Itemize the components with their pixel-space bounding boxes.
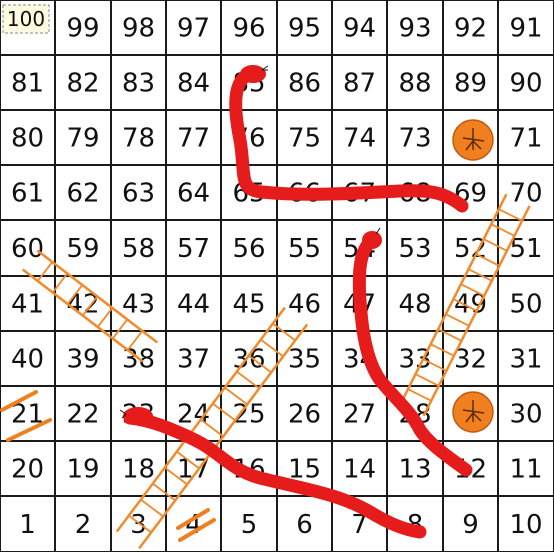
cell-number: 35: [288, 345, 321, 375]
cell-number: 92: [454, 14, 487, 44]
cell-number: 74: [343, 124, 376, 154]
ladder-rung: [111, 318, 129, 340]
cell-number: 77: [177, 124, 210, 154]
cell-number: 1: [19, 510, 36, 540]
cell-number: 18: [122, 455, 155, 485]
cell-number: 88: [398, 69, 431, 99]
cell-number: 62: [66, 179, 99, 209]
cell-number: 46: [288, 290, 321, 320]
cell-number: 56: [232, 234, 265, 264]
snake-head: [123, 407, 153, 425]
cell-number: 55: [288, 234, 321, 264]
cell-number: 83: [122, 69, 155, 99]
cell-number: 39: [66, 345, 99, 375]
cell-number: 11: [509, 455, 542, 485]
ladder-rung: [483, 238, 508, 252]
cell-number: 90: [509, 69, 542, 99]
cell-number: 57: [177, 234, 210, 264]
cell-number: 80: [11, 124, 44, 154]
cell-number: 48: [398, 290, 431, 320]
cell-number: 33: [398, 345, 431, 375]
cell-number: 60: [11, 234, 44, 264]
cell-number: 71: [509, 124, 542, 154]
marker-29: [452, 391, 494, 433]
cell-number: 26: [288, 400, 321, 430]
cell-number: 10: [509, 510, 542, 540]
marker-72: [452, 119, 494, 161]
cell-number: 94: [343, 14, 376, 44]
cell-number: 97: [177, 14, 210, 44]
cell-number: 9: [462, 510, 479, 540]
cell-number: 6: [296, 510, 313, 540]
ladder-rail: [138, 323, 309, 550]
cell-number: 22: [66, 400, 99, 430]
cell-number: 95: [288, 14, 321, 44]
cell-number: 31: [509, 345, 542, 375]
cell-number: 84: [177, 69, 210, 99]
cell-number: 5: [241, 510, 258, 540]
cell-number: 13: [398, 455, 431, 485]
cell-number: 52: [454, 234, 487, 264]
cell-number: 86: [288, 69, 321, 99]
cell-number: 96: [232, 14, 265, 44]
cell-number: 89: [454, 69, 487, 99]
cell-number: 41: [11, 290, 44, 320]
cell-number: 40: [11, 345, 44, 375]
cell-number: 14: [343, 455, 376, 485]
cell-number: 53: [398, 234, 431, 264]
cell-number: 32: [454, 345, 487, 375]
cell-number: 93: [398, 14, 431, 44]
cell-number: 58: [122, 234, 155, 264]
cell-number: 87: [343, 69, 376, 99]
cell-number: 2: [75, 510, 92, 540]
cell-number: 81: [11, 69, 44, 99]
cell-number: 70: [509, 179, 542, 209]
snakes-and-ladders-board: 100 99 98 97 96 95 94 93 92 9181 82 83 84 85 86 87 88 89 9…: [0, 0, 554, 552]
cell-number: 73: [398, 124, 431, 154]
ladder-rung: [415, 373, 440, 387]
cell-number: 20: [11, 455, 44, 485]
cell-number: 50: [509, 290, 542, 320]
ladder-rung: [152, 482, 176, 502]
ladder-rung: [490, 223, 515, 237]
cell-number: 78: [122, 124, 155, 154]
cell-number: 3: [130, 510, 147, 540]
cell-number: 100: [7, 7, 45, 31]
cell-number: 27: [343, 400, 376, 430]
cell-number: 19: [66, 455, 99, 485]
snake-head: [240, 65, 266, 83]
cell-number: 98: [122, 14, 155, 44]
ladder-rung: [36, 261, 54, 282]
cell-number: 63: [122, 179, 155, 209]
cell-number: 99: [66, 14, 99, 44]
snake-head: [362, 231, 382, 249]
cell-number: 91: [509, 14, 542, 44]
cell-number: 79: [66, 124, 99, 154]
cell-number: 59: [66, 234, 99, 264]
cell-number: 44: [177, 290, 210, 320]
cell-number: 82: [66, 69, 99, 99]
cell-number: 43: [122, 290, 155, 320]
cell-number: 37: [177, 345, 210, 375]
cell-number: 75: [288, 124, 321, 154]
cell-number: 64: [177, 179, 210, 209]
cell-number: 45: [232, 290, 265, 320]
cell-number: 61: [11, 179, 44, 209]
cell-number: 30: [509, 400, 542, 430]
